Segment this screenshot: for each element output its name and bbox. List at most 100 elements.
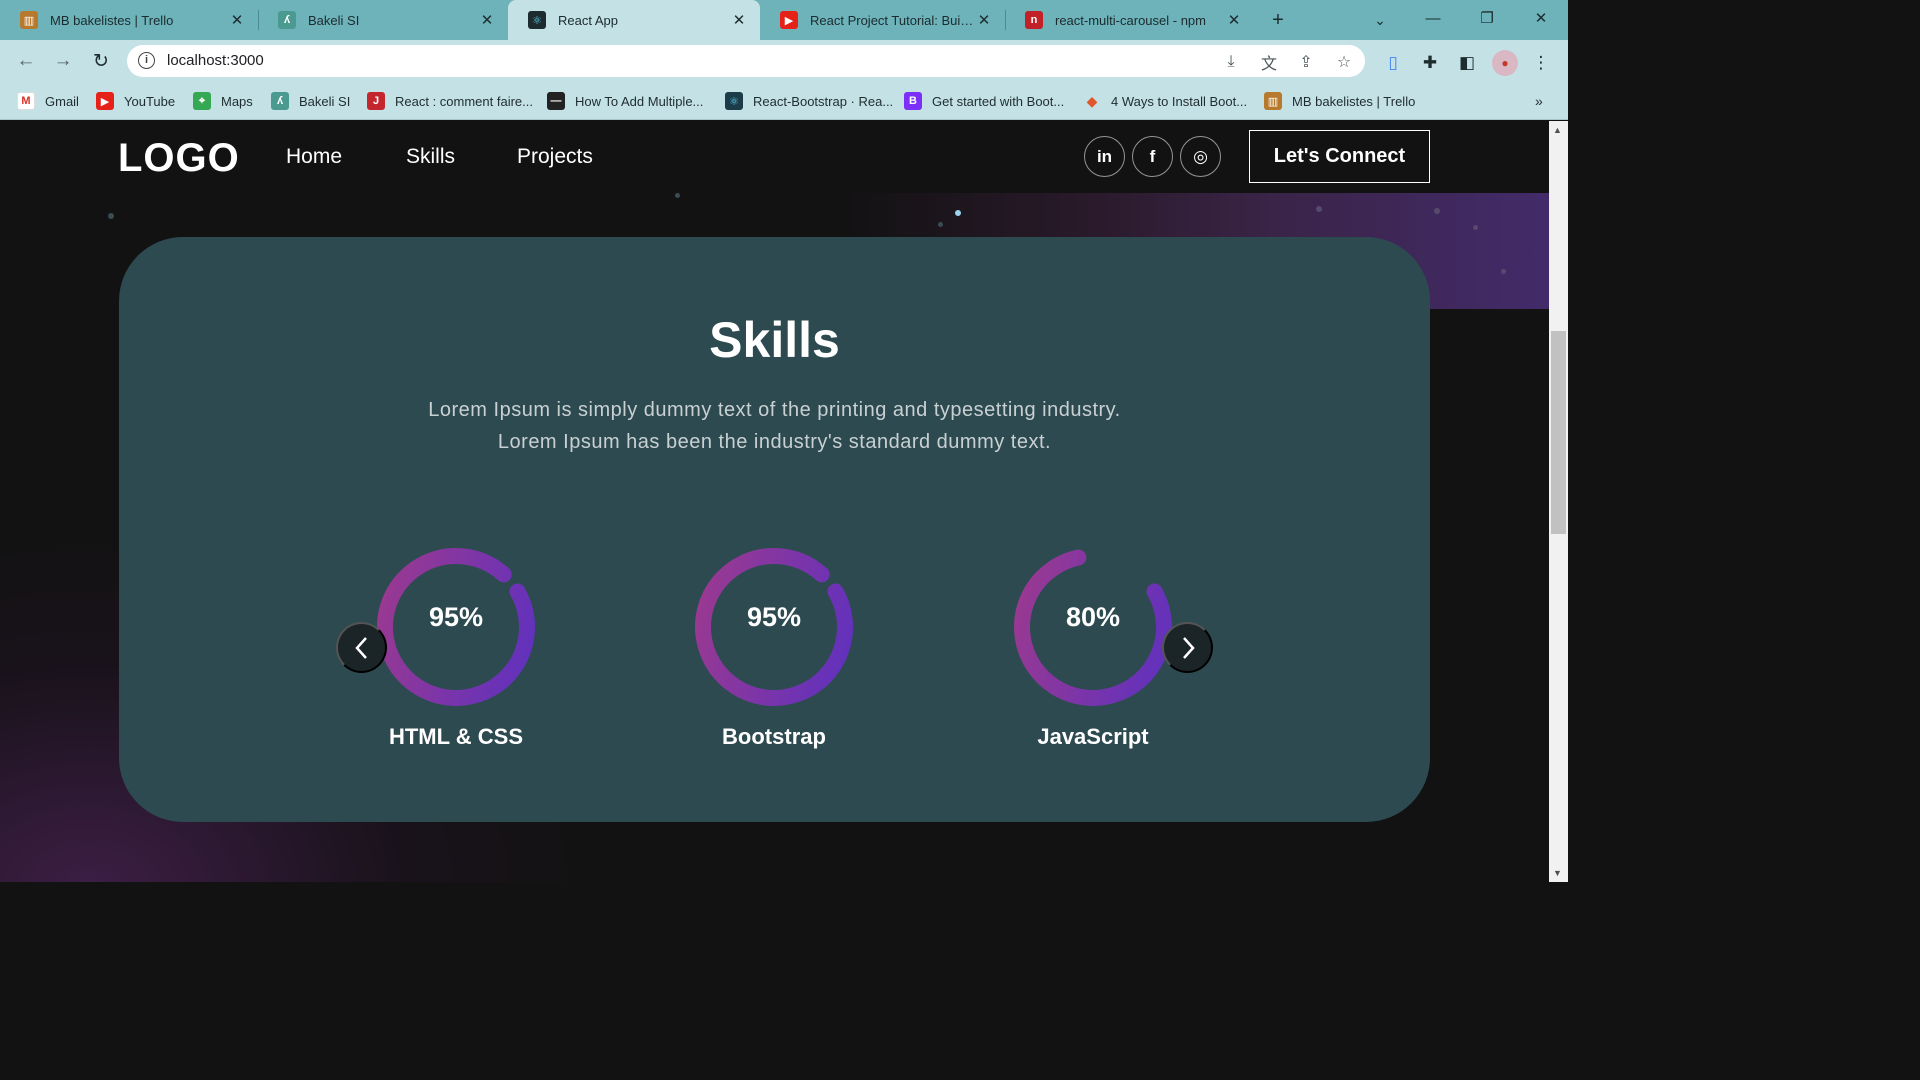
- skill-name: HTML & CSS: [388, 724, 524, 749]
- skills-description: Lorem Ipsum is simply dummy text of the …: [119, 394, 1430, 458]
- bookmark-label: Gmail: [45, 93, 79, 109]
- tab-trello[interactable]: ▥ MB bakelistes | Trello ✕: [0, 0, 258, 40]
- forward-icon[interactable]: →: [49, 47, 77, 75]
- bookmark-star-icon[interactable]: ☆: [1333, 51, 1355, 73]
- scrollbar-thumb[interactable]: [1551, 331, 1566, 534]
- youtube-icon: ▶: [96, 92, 114, 110]
- restore-icon[interactable]: ❐: [1460, 0, 1514, 36]
- bookmark-youtube[interactable]: ▶ YouTube: [96, 91, 175, 111]
- tab-search-chevron-icon[interactable]: ⌄: [1366, 6, 1394, 34]
- new-tab-icon[interactable]: +: [1264, 6, 1292, 34]
- skills-title: Skills: [709, 312, 840, 368]
- bookmark-bootstrap[interactable]: B Get started with Boot...: [904, 91, 1064, 111]
- close-icon[interactable]: ✕: [478, 11, 496, 29]
- share-icon[interactable]: ⇪: [1295, 51, 1317, 73]
- carousel-prev-button[interactable]: [336, 622, 387, 673]
- extension-doc-icon[interactable]: ▯: [1380, 50, 1406, 76]
- bookmark-label: React : comment faire...: [395, 93, 533, 109]
- side-panel-icon[interactable]: ◧: [1454, 50, 1480, 76]
- site-info-icon[interactable]: i: [138, 52, 155, 69]
- skill-name: Bootstrap: [722, 724, 826, 749]
- background-star: [1434, 208, 1440, 214]
- page-scrollbar[interactable]: ▲ ▼: [1549, 121, 1568, 882]
- close-icon[interactable]: ✕: [1225, 11, 1243, 29]
- bookmark-install-boot[interactable]: ◆ 4 Ways to Install Boot...: [1083, 91, 1247, 111]
- tab-title: MB bakelistes | Trello: [50, 12, 174, 28]
- bookmark-label: YouTube: [124, 93, 176, 109]
- menu-kebab-icon[interactable]: ⋮: [1528, 50, 1554, 76]
- url-text: localhost:3000: [167, 52, 264, 69]
- scroll-down-arrow-icon[interactable]: ▼: [1553, 868, 1562, 878]
- bookmark-label: Get started with Boot...: [932, 93, 1065, 109]
- close-window-icon[interactable]: ✕: [1514, 0, 1568, 36]
- background-star: [1473, 225, 1478, 230]
- skills-card: Skills Lorem Ipsum is simply dummy text …: [119, 237, 1430, 822]
- profile-avatar-icon[interactable]: ●: [1492, 50, 1518, 76]
- tab-react-app[interactable]: ⚛ React App ✕: [508, 0, 760, 40]
- background-star: [108, 213, 114, 219]
- skill-percent: 80%: [1065, 602, 1121, 632]
- bookmark-label: Maps: [221, 93, 253, 109]
- carousel-next-button[interactable]: [1162, 622, 1213, 673]
- trello-icon: ▥: [1264, 92, 1282, 110]
- background-star: [938, 222, 943, 227]
- bakeli-icon: ʎ: [271, 92, 289, 110]
- bookmark-multiple[interactable]: — How To Add Multiple...: [547, 91, 703, 111]
- j-icon: J: [367, 92, 385, 110]
- tab-bakeli[interactable]: ʎ Bakeli SI ✕: [258, 0, 508, 40]
- back-icon[interactable]: ←: [12, 47, 40, 75]
- tab-title: react-multi-carousel - npm: [1055, 12, 1206, 28]
- bootstrap-icon: B: [904, 92, 922, 110]
- site-navbar: LOGO Home Skills Projects in f ◎ Let's C…: [0, 121, 1549, 193]
- chevron-left-icon: [354, 636, 367, 659]
- browser-toolbar: ← → ↻ i localhost:3000 ⤓ 文 ⇪ ☆: [0, 40, 1568, 82]
- background-star: [1501, 269, 1506, 274]
- bookmark-react-comment[interactable]: J React : comment faire...: [367, 91, 533, 111]
- skills-description-line: Lorem Ipsum has been the industry's stan…: [497, 431, 1052, 453]
- bookmark-bakeli[interactable]: ʎ Bakeli SI: [271, 91, 350, 111]
- bookmark-react-bootstrap[interactable]: ⚛ React-Bootstrap · Rea...: [725, 91, 893, 111]
- react-icon: ⚛: [528, 11, 546, 29]
- tab-npm[interactable]: n react-multi-carousel - npm ✕: [1005, 0, 1255, 40]
- bookmarks-bar: M Gmail ▶ YouTube ⌖ Maps ʎ Bakeli SI J R…: [0, 82, 1568, 120]
- bookmarks-overflow-icon[interactable]: »: [1535, 91, 1543, 111]
- bookmark-label: How To Add Multiple...: [575, 93, 704, 109]
- bookmark-maps[interactable]: ⌖ Maps: [193, 91, 253, 111]
- facebook-icon[interactable]: f: [1132, 136, 1173, 177]
- close-icon[interactable]: ✕: [228, 11, 246, 29]
- install-icon[interactable]: ⤓: [1220, 51, 1242, 73]
- linkedin-icon[interactable]: in: [1084, 136, 1125, 177]
- nav-link-skills[interactable]: Skills: [406, 145, 455, 169]
- chevron-right-icon: [1182, 636, 1195, 659]
- extensions-puzzle-icon[interactable]: ✚: [1417, 50, 1443, 76]
- dev-icon: —: [547, 92, 565, 110]
- instagram-icon[interactable]: ◎: [1180, 136, 1221, 177]
- close-icon[interactable]: ✕: [730, 11, 748, 29]
- tab-title: React App: [558, 12, 618, 28]
- site-logo[interactable]: LOGO: [118, 136, 240, 181]
- youtube-icon: ▶: [780, 11, 798, 29]
- background-star: [955, 210, 961, 216]
- translate-icon[interactable]: 文: [1258, 51, 1280, 73]
- tab-youtube[interactable]: ▶ React Project Tutorial: Build a R ✕: [760, 0, 1005, 40]
- nav-link-home[interactable]: Home: [286, 145, 342, 169]
- git-icon: ◆: [1086, 92, 1098, 109]
- close-icon[interactable]: ✕: [975, 11, 993, 29]
- bakeli-icon: ʎ: [278, 11, 296, 29]
- gmail-icon: M: [17, 92, 35, 110]
- nav-link-projects[interactable]: Projects: [517, 145, 593, 169]
- address-bar[interactable]: i localhost:3000 ⤓ 文 ⇪ ☆: [127, 45, 1365, 77]
- tab-title: React Project Tutorial: Build a R: [810, 12, 975, 28]
- bookmark-gmail[interactable]: M Gmail: [17, 91, 79, 111]
- reload-icon[interactable]: ↻: [87, 47, 115, 75]
- bookmark-label: MB bakelistes | Trello: [1292, 93, 1416, 109]
- scroll-up-arrow-icon[interactable]: ▲: [1553, 125, 1562, 135]
- minimize-icon[interactable]: —: [1406, 0, 1460, 36]
- bookmark-label: Bakeli SI: [299, 93, 351, 109]
- lets-connect-button[interactable]: Let's Connect: [1249, 130, 1430, 183]
- skills-description-line: Lorem Ipsum is simply dummy text of the …: [428, 399, 1121, 421]
- skill-percent: 95%: [428, 602, 484, 632]
- page-viewport: LOGO Home Skills Projects in f ◎ Let's C…: [0, 121, 1549, 882]
- skill-item-javascript: 80% JavaScript: [1008, 542, 1178, 762]
- bookmark-trello[interactable]: ▥ MB bakelistes | Trello: [1264, 91, 1415, 111]
